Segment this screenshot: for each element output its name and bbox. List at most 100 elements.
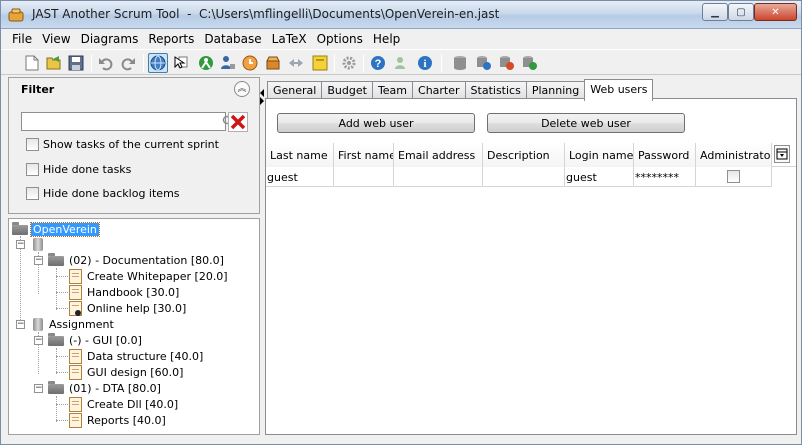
column-header[interactable]: Login name xyxy=(565,143,634,167)
database-export-icon[interactable] xyxy=(497,53,517,73)
cursor-select-icon[interactable] xyxy=(171,53,191,73)
cell-first-name[interactable] xyxy=(334,167,394,187)
arrows-icon[interactable] xyxy=(286,53,306,73)
tree-node-group[interactable]: Assignment xyxy=(30,316,116,332)
collapse-icon[interactable]: − xyxy=(34,336,43,345)
delete-web-user-button[interactable]: Delete web user xyxy=(487,113,685,133)
person-help-icon[interactable] xyxy=(392,53,412,73)
tree-node-task[interactable]: Create Whitepaper [20.0] xyxy=(69,268,230,284)
panel-splitter[interactable] xyxy=(260,77,264,435)
globe-view-icon[interactable] xyxy=(148,53,168,73)
cell-email[interactable] xyxy=(394,167,483,187)
tree-node-task[interactable]: Online help [30.0] xyxy=(69,300,188,316)
menu-reports[interactable]: Reports xyxy=(143,29,199,48)
checkbox[interactable] xyxy=(26,186,39,200)
collapse-icon[interactable]: − xyxy=(34,384,43,393)
title-bar[interactable]: JAST Another Scrum Tool - C:\Users\mflin… xyxy=(1,1,801,29)
menu-options[interactable]: Options xyxy=(312,29,368,48)
undo-icon[interactable] xyxy=(96,53,116,73)
menu-help[interactable]: Help xyxy=(368,29,405,48)
close-button[interactable]: ✕ xyxy=(754,3,797,21)
tab-team[interactable]: Team xyxy=(371,81,414,99)
checkbox[interactable] xyxy=(26,137,39,151)
tree-node-folder[interactable]: (-) - GUI [0.0] xyxy=(48,332,144,348)
tab-strip: General Budget Team Charter Statistics P… xyxy=(267,79,654,101)
table-row[interactable]: guest guest ******** xyxy=(266,167,772,187)
redo-icon[interactable] xyxy=(118,53,138,73)
collapse-icon[interactable]: − xyxy=(34,256,43,265)
tree-node-task[interactable]: GUI design [60.0] xyxy=(69,364,185,380)
column-header[interactable]: Last name xyxy=(266,143,334,167)
person-add-icon[interactable] xyxy=(218,53,238,73)
tree-node-task[interactable]: Handbook [30.0] xyxy=(69,284,181,300)
settings-gear-icon[interactable] xyxy=(339,53,359,73)
menu-view[interactable]: View xyxy=(37,29,75,48)
cell-description[interactable] xyxy=(483,167,565,187)
tree-node-label: Create Dll [40.0] xyxy=(87,397,179,411)
tree-node-folder[interactable]: (02) - Documentation [80.0] xyxy=(48,252,226,268)
task-icon xyxy=(69,268,82,284)
cell-login-name[interactable]: guest xyxy=(565,167,634,187)
filter-panel: Filter ︽ Show tasks of the current sprin… xyxy=(8,77,260,214)
tab-web-users[interactable]: Web users xyxy=(584,79,654,101)
add-web-user-button[interactable]: Add web user xyxy=(277,113,475,133)
save-icon[interactable] xyxy=(66,53,86,73)
tab-budget[interactable]: Budget xyxy=(321,81,373,99)
person-icon[interactable] xyxy=(196,53,216,73)
tree-node-task[interactable]: Reports [40.0] xyxy=(69,412,168,428)
filter-title: Filter xyxy=(21,83,55,96)
tab-statistics[interactable]: Statistics xyxy=(464,81,527,99)
right-panel: General Budget Team Charter Statistics P… xyxy=(265,77,797,435)
open-file-icon[interactable] xyxy=(44,53,64,73)
filter-search-input[interactable] xyxy=(21,112,235,131)
column-header[interactable]: Password xyxy=(634,143,696,167)
menu-database[interactable]: Database xyxy=(199,29,266,48)
collapse-icon[interactable]: − xyxy=(16,320,25,329)
help-icon[interactable]: ? xyxy=(368,53,388,73)
database-icon[interactable] xyxy=(450,53,470,73)
expand-right-icon[interactable] xyxy=(260,97,264,105)
tree-node-label: Reports [40.0] xyxy=(87,413,166,427)
minimize-button[interactable]: ▁ xyxy=(702,3,728,21)
note-icon[interactable] xyxy=(310,53,330,73)
tab-charter[interactable]: Charter xyxy=(412,81,466,99)
tree-root[interactable]: OpenVerein xyxy=(12,221,100,237)
menu-file[interactable]: File xyxy=(7,29,37,48)
clear-filter-button[interactable] xyxy=(228,112,248,132)
tree-node-folder[interactable]: (01) - DTA [80.0] xyxy=(48,380,163,396)
collapse-filter-button[interactable]: ︽ xyxy=(234,81,250,97)
clock-icon[interactable] xyxy=(240,53,260,73)
collapse-left-icon[interactable] xyxy=(260,89,264,97)
tree-node-task[interactable]: Data structure [40.0] xyxy=(69,348,205,364)
database-globe-icon[interactable] xyxy=(474,53,494,73)
box-icon[interactable] xyxy=(263,53,283,73)
chevron-up-icon: ︽ xyxy=(237,84,247,94)
column-header[interactable]: Administrator xyxy=(696,143,772,167)
column-header[interactable]: Description xyxy=(483,143,565,167)
column-header[interactable]: Email address xyxy=(394,143,483,167)
column-header[interactable]: First name xyxy=(334,143,394,167)
tree-node-task[interactable]: Create Dll [40.0] xyxy=(69,396,180,412)
cell-last-name[interactable]: guest xyxy=(266,167,334,187)
filter-option-current-sprint[interactable]: Show tasks of the current sprint xyxy=(26,136,219,152)
column-chooser-button[interactable] xyxy=(774,145,790,163)
info-icon[interactable]: i xyxy=(415,53,435,73)
task-icon xyxy=(69,348,82,364)
checkbox[interactable] xyxy=(26,162,39,176)
filter-option-hide-done-tasks[interactable]: Hide done tasks xyxy=(26,161,131,177)
tab-planning[interactable]: Planning xyxy=(525,81,586,99)
tree-node-label: Create Whitepaper [20.0] xyxy=(87,269,228,283)
filter-option-hide-done-backlog[interactable]: Hide done backlog items xyxy=(26,185,180,201)
tree-node-group[interactable] xyxy=(30,236,51,252)
collapse-icon[interactable]: − xyxy=(16,240,25,249)
administrator-checkbox[interactable] xyxy=(727,170,740,183)
folder-icon xyxy=(48,333,64,346)
tab-general[interactable]: General xyxy=(267,81,323,99)
database-user-icon[interactable] xyxy=(520,53,540,73)
new-file-icon[interactable] xyxy=(22,53,42,73)
maximize-button[interactable]: ▢ xyxy=(728,3,754,21)
menu-latex[interactable]: LaTeX xyxy=(267,29,312,48)
backlog-tree[interactable]: OpenVerein − − (02) - Documentation [80.… xyxy=(8,218,260,435)
cell-password[interactable]: ******** xyxy=(634,167,696,187)
menu-diagrams[interactable]: Diagrams xyxy=(76,29,144,48)
